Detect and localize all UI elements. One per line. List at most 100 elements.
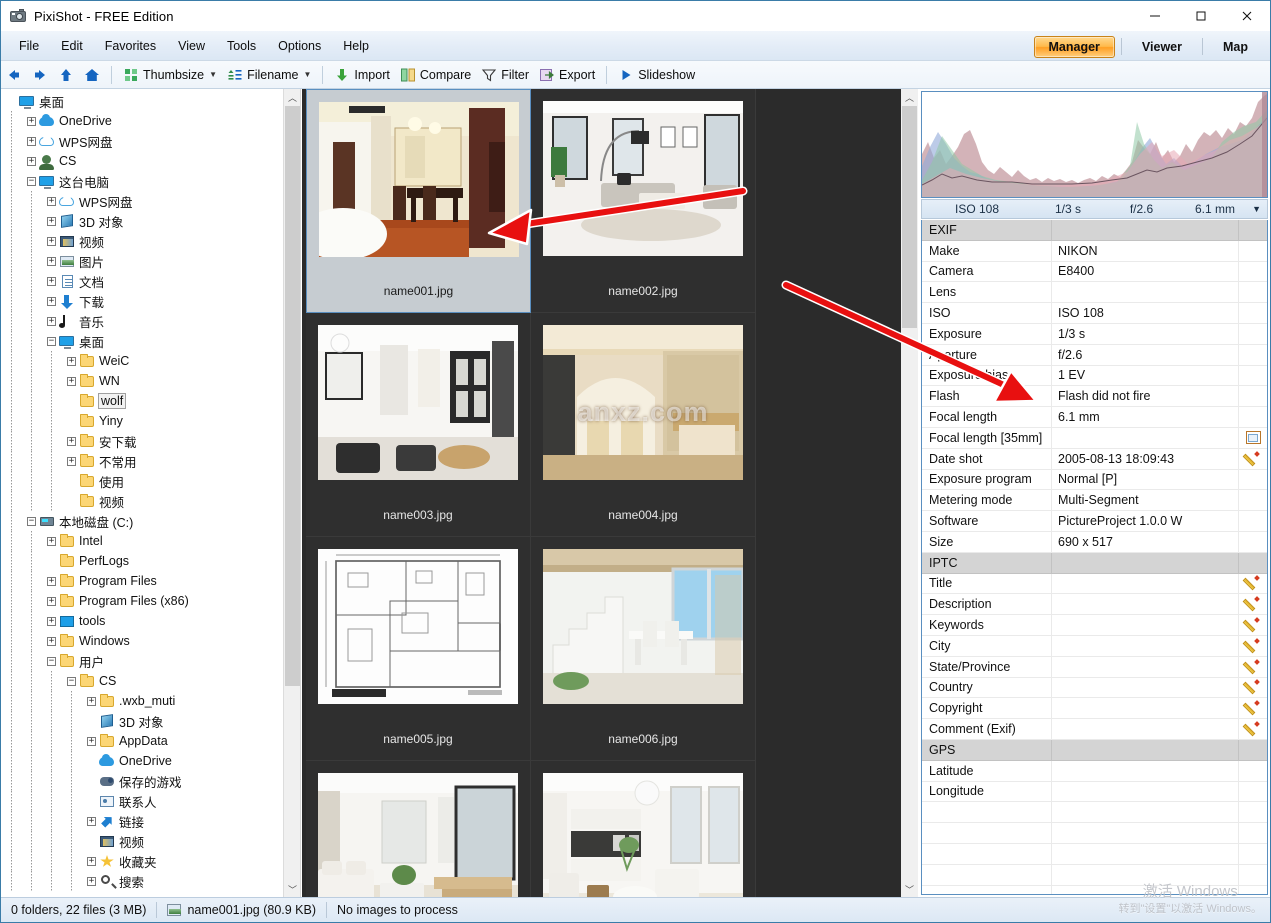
tree-item-WPS网盘[interactable]: + WPS网盘 — [1, 191, 300, 211]
tree-scroll-down-icon[interactable]: ﹀ — [284, 881, 300, 898]
tree-expander-plus-icon[interactable]: + — [27, 136, 36, 146]
edit-pencil-icon[interactable] — [1239, 719, 1267, 739]
tree-item-CS[interactable]: − CS — [1, 671, 300, 691]
export-button[interactable]: Export — [534, 63, 600, 87]
tree-expander-plus-icon[interactable]: + — [47, 576, 56, 586]
tree-item-使用[interactable]: 使用 — [1, 471, 300, 491]
minimize-button[interactable] — [1132, 1, 1178, 31]
tree-item-OneDrive[interactable]: OneDrive — [1, 751, 300, 771]
tree-expander-plus-icon[interactable]: + — [47, 236, 56, 246]
tree-item-tools[interactable]: + tools — [1, 611, 300, 631]
chevron-down-icon-hist[interactable]: ▼ — [1251, 204, 1267, 214]
tree-expander-plus-icon[interactable]: + — [47, 636, 56, 646]
import-button[interactable]: Import — [329, 63, 394, 87]
tree-expander-minus-icon[interactable]: − — [67, 676, 76, 686]
mode-manager[interactable]: Manager — [1033, 35, 1115, 58]
thumbnail-image[interactable] — [543, 325, 743, 480]
thumbnail-cell[interactable] — [531, 761, 756, 898]
edit-pencil-icon[interactable] — [1239, 636, 1267, 656]
tree-expander-minus-icon[interactable]: − — [47, 336, 56, 346]
tree-item-文档[interactable]: + 文档 — [1, 271, 300, 291]
tree-item-图片[interactable]: + 图片 — [1, 251, 300, 271]
thumbsize-button[interactable]: Thumbsize ▼ — [118, 63, 222, 87]
menu-favorites[interactable]: Favorites — [95, 35, 166, 57]
tree-expander-plus-icon[interactable]: + — [67, 376, 76, 386]
tree-item-本地磁盘 (C:)[interactable]: − 本地磁盘 (C:) — [1, 511, 300, 531]
tree-item-音乐[interactable]: + 音乐 — [1, 311, 300, 331]
home-button[interactable] — [79, 63, 105, 87]
tree-item-wolf[interactable]: wolf — [1, 391, 300, 411]
tree-item-桌面[interactable]: − 桌面 — [1, 331, 300, 351]
filter-button[interactable]: Filter — [476, 63, 534, 87]
tree-expander-plus-icon[interactable]: + — [87, 816, 96, 826]
tree-expander-plus-icon[interactable]: + — [47, 596, 56, 606]
thumbnail-image[interactable] — [318, 325, 518, 480]
tree-item-CS[interactable]: + CS — [1, 151, 300, 171]
chevron-down-icon[interactable]: ▼ — [209, 70, 217, 79]
compare-button[interactable]: Compare — [395, 63, 476, 87]
filename-sort-button[interactable]: Filename ▼ — [222, 63, 316, 87]
tree-expander-plus-icon[interactable]: + — [87, 856, 96, 866]
menu-tools[interactable]: Tools — [217, 35, 266, 57]
tree-item-收藏夹[interactable]: + 收藏夹 — [1, 851, 300, 871]
tree-item-WPS网盘[interactable]: + WPS网盘 — [1, 131, 300, 151]
tree-expander-minus-icon[interactable]: − — [27, 176, 36, 186]
tree-item-PerfLogs[interactable]: PerfLogs — [1, 551, 300, 571]
edit-pencil-icon[interactable] — [1239, 574, 1267, 594]
thumbnail-grid[interactable]: name001.jpg name002.jpg name003.jpg anxz.co… — [306, 89, 901, 898]
metadata-row[interactable]: Description — [922, 594, 1267, 616]
tree-item-下载[interactable]: + 下载 — [1, 291, 300, 311]
tree-item-链接[interactable]: + 链接 — [1, 811, 300, 831]
tree-expander-plus-icon[interactable]: + — [27, 156, 36, 166]
tree-expander-plus-icon[interactable]: + — [47, 276, 56, 286]
thumbnail-image[interactable] — [318, 549, 518, 704]
metadata-row[interactable]: Country — [922, 677, 1267, 699]
thumbnail-image[interactable] — [543, 101, 743, 256]
tree-item-3D 对象[interactable]: 3D 对象 — [1, 711, 300, 731]
up-button[interactable] — [53, 63, 79, 87]
metadata-row[interactable]: State/Province — [922, 656, 1267, 678]
edit-pencil-icon[interactable] — [1239, 698, 1267, 718]
thumbnail-image[interactable] — [318, 102, 519, 257]
edit-pencil-icon[interactable] — [1239, 657, 1267, 677]
tree-expander-plus-icon[interactable]: + — [47, 536, 56, 546]
tree-expander-plus-icon[interactable]: + — [47, 316, 56, 326]
menu-file[interactable]: File — [9, 35, 49, 57]
tree-item-保存的游戏[interactable]: 保存的游戏 — [1, 771, 300, 791]
metadata-row[interactable]: Title — [922, 573, 1267, 595]
edit-pencil-icon[interactable] — [1239, 594, 1267, 614]
tree-expander-minus-icon[interactable]: − — [47, 656, 56, 666]
tree-expander-plus-icon[interactable]: + — [67, 456, 76, 466]
menu-edit[interactable]: Edit — [51, 35, 93, 57]
tree-item-Program Files[interactable]: + Program Files — [1, 571, 300, 591]
tree-scroll-thumb[interactable] — [285, 106, 300, 686]
forward-button[interactable] — [27, 63, 53, 87]
tree-expander-plus-icon[interactable]: + — [67, 356, 76, 366]
tree-expander-plus-icon[interactable]: + — [87, 736, 96, 746]
metadata-row[interactable]: Comment (Exif) — [922, 719, 1267, 740]
tree-expander-plus-icon[interactable]: + — [47, 216, 56, 226]
menu-view[interactable]: View — [168, 35, 215, 57]
tree-expander-plus-icon[interactable]: + — [27, 116, 36, 126]
menu-help[interactable]: Help — [333, 35, 379, 57]
menu-options[interactable]: Options — [268, 35, 331, 57]
tree-item-联系人[interactable]: 联系人 — [1, 791, 300, 811]
tree-expander-plus-icon[interactable]: + — [67, 436, 76, 446]
tree-item-Program Files (x86)[interactable]: + Program Files (x86) — [1, 591, 300, 611]
mode-viewer[interactable]: Viewer — [1128, 37, 1196, 57]
edit-pencil-icon[interactable] — [1239, 678, 1267, 698]
tree-item-Windows[interactable]: + Windows — [1, 631, 300, 651]
edit-pencil-icon[interactable] — [1239, 449, 1267, 469]
thumbnail-cell[interactable]: name006.jpg — [531, 537, 756, 761]
tree-expander-plus-icon[interactable]: + — [87, 876, 96, 886]
tree-item-Intel[interactable]: + Intel — [1, 531, 300, 551]
tree-item-用户[interactable]: − 用户 — [1, 651, 300, 671]
tree-expander-minus-icon[interactable]: − — [27, 516, 36, 526]
tree-expander-plus-icon[interactable]: + — [47, 196, 56, 206]
tree-scrollbar[interactable]: ︿ ﹀ — [283, 89, 300, 898]
metadata-row[interactable]: Copyright — [922, 698, 1267, 720]
tree-item-AppData[interactable]: + AppData — [1, 731, 300, 751]
mode-map[interactable]: Map — [1209, 37, 1262, 57]
tree-item-OneDrive[interactable]: + OneDrive — [1, 111, 300, 131]
tree-expander-plus-icon[interactable]: + — [47, 256, 56, 266]
